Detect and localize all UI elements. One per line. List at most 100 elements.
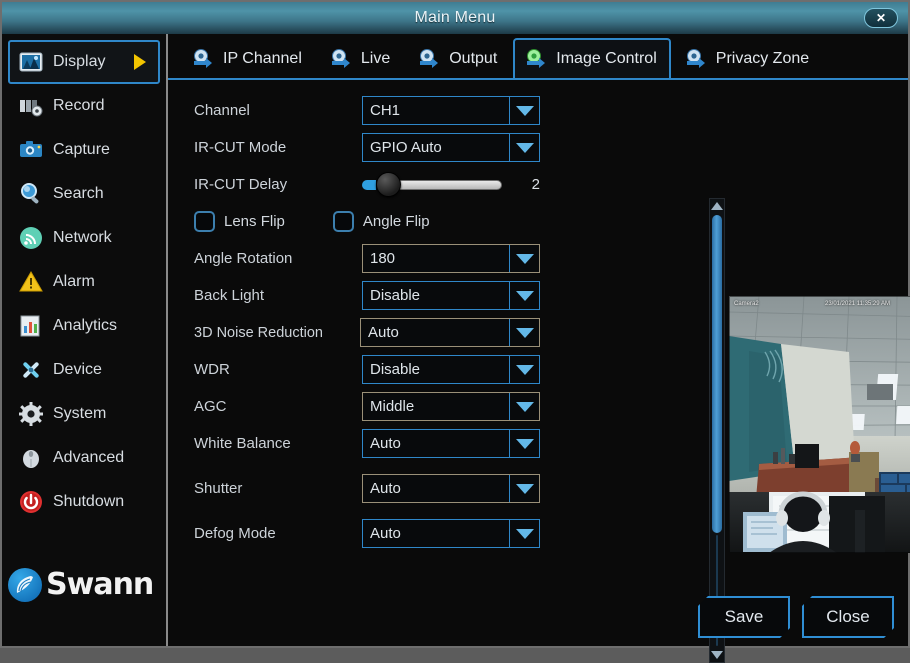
camera-preview[interactable]: Camera2 23/01/2021 11:35:29 AM xyxy=(729,296,910,553)
field-channel: Channel CH1 xyxy=(168,92,540,129)
save-button[interactable]: Save xyxy=(698,596,790,638)
field-label: 3D Noise Reduction xyxy=(194,324,323,341)
sidebar-item-alarm[interactable]: Alarm xyxy=(8,260,160,304)
analytics-icon xyxy=(18,313,44,339)
sidebar-item-label: Record xyxy=(53,97,105,114)
form-scrollbar[interactable] xyxy=(709,198,725,663)
sidebar-item-label: Capture xyxy=(53,141,110,158)
sidebar-item-device[interactable]: Device xyxy=(8,348,160,392)
field-label: WDR xyxy=(194,361,230,378)
field-label: Defog Mode xyxy=(194,525,276,542)
tab-output[interactable]: Output xyxy=(406,38,511,78)
ircut-mode-select[interactable]: GPIO Auto xyxy=(362,133,540,162)
chevron-down-icon[interactable] xyxy=(509,97,539,124)
wdr-select[interactable]: Disable xyxy=(362,355,540,384)
checkbox-label: Lens Flip xyxy=(224,213,285,230)
brand-name: Swann xyxy=(46,567,154,602)
scrollbar-thumb[interactable] xyxy=(712,215,722,533)
tab-privacy-zone[interactable]: Privacy Zone xyxy=(673,38,823,78)
slider-knob[interactable] xyxy=(376,172,401,197)
channel-value: CH1 xyxy=(370,102,401,119)
field-label: Angle Rotation xyxy=(194,250,293,267)
chevron-right-icon xyxy=(134,54,146,70)
sidebar-item-search[interactable]: Search xyxy=(8,172,160,216)
field-label: IR-CUT Mode xyxy=(194,139,287,156)
tab-bar: IP Channel Live Output Image Control Pri… xyxy=(168,34,908,80)
timestamp-overlay: 23/01/2021 11:35:29 AM xyxy=(825,301,890,307)
chevron-down-icon[interactable] xyxy=(509,319,539,346)
defog-mode-value: Auto xyxy=(370,525,401,542)
field-ircut-mode: IR-CUT Mode GPIO Auto xyxy=(168,129,540,166)
field-agc: AGC Middle xyxy=(168,388,540,425)
chevron-down-icon[interactable] xyxy=(509,430,539,457)
sidebar-item-record[interactable]: Record xyxy=(8,84,160,128)
chevron-down-icon[interactable] xyxy=(509,393,539,420)
sidebar-item-analytics[interactable]: Analytics xyxy=(8,304,160,348)
field-label: IR-CUT Delay xyxy=(194,176,288,193)
close-icon[interactable]: ✕ xyxy=(864,8,898,28)
chevron-down-icon[interactable] xyxy=(509,356,539,383)
back-light-value: Disable xyxy=(370,287,421,304)
noise-reduction-select[interactable]: Auto xyxy=(360,318,540,347)
sidebar-item-capture[interactable]: Capture xyxy=(8,128,160,172)
camera-name-overlay: Camera2 xyxy=(734,301,759,307)
white-balance-select[interactable]: Auto xyxy=(362,429,540,458)
tab-label: Privacy Zone xyxy=(715,50,810,67)
field-back-light: Back Light Disable xyxy=(168,277,540,314)
sidebar-item-shutdown[interactable]: Shutdown xyxy=(8,480,160,524)
chevron-down-icon[interactable] xyxy=(509,520,539,547)
advanced-icon xyxy=(18,445,44,471)
close-button[interactable]: Close xyxy=(802,596,894,638)
chevron-down-icon[interactable] xyxy=(509,282,539,309)
brand-logo: Swann xyxy=(8,567,154,602)
sidebar-item-system[interactable]: System xyxy=(8,392,160,436)
gear-arrow-icon xyxy=(683,46,709,72)
angle-rotation-value: 180 xyxy=(370,250,396,267)
sidebar-item-label: Advanced xyxy=(53,449,125,466)
gear-arrow-icon xyxy=(328,46,354,72)
sidebar-item-advanced[interactable]: Advanced xyxy=(8,436,160,480)
tab-image-control[interactable]: Image Control xyxy=(513,38,671,78)
angle-rotation-select[interactable]: 180 xyxy=(362,244,540,273)
lens-flip-checkbox[interactable]: Lens Flip xyxy=(194,211,285,232)
angle-flip-checkbox[interactable]: Angle Flip xyxy=(332,211,430,232)
gear-icon xyxy=(18,401,44,427)
field-label: AGC xyxy=(194,398,227,415)
search-icon xyxy=(18,181,44,207)
alarm-icon xyxy=(18,269,44,295)
channel-select[interactable]: CH1 xyxy=(362,96,540,125)
tab-ip-channel[interactable]: IP Channel xyxy=(180,38,316,78)
back-light-select[interactable]: Disable xyxy=(362,281,540,310)
field-white-balance: White Balance Auto xyxy=(168,425,540,462)
sidebar: Display Record Capture Search Network Al… xyxy=(2,34,168,646)
image-control-form: Channel CH1 IR-CUT Mode GPIO Auto IR-CUT… xyxy=(168,80,540,588)
sidebar-item-network[interactable]: Network xyxy=(8,216,160,260)
checkbox-label: Angle Flip xyxy=(362,213,430,230)
swann-badge-icon xyxy=(8,567,42,602)
chevron-down-icon[interactable] xyxy=(509,475,539,502)
sidebar-item-display[interactable]: Display xyxy=(8,40,160,84)
title-bar: Main Menu ✕ xyxy=(2,2,908,34)
scroll-down-icon[interactable] xyxy=(710,648,724,662)
main-menu-window: Main Menu ✕ Display Record Capture Searc… xyxy=(0,0,910,663)
ircut-delay-slider[interactable] xyxy=(362,172,516,197)
window-title: Main Menu xyxy=(414,9,496,26)
tab-live[interactable]: Live xyxy=(318,38,404,78)
network-icon xyxy=(18,225,44,251)
chevron-down-icon[interactable] xyxy=(509,245,539,272)
chevron-down-icon[interactable] xyxy=(509,134,539,161)
agc-select[interactable]: Middle xyxy=(362,392,540,421)
footer-bar: Save Close xyxy=(168,588,908,646)
scroll-up-icon[interactable] xyxy=(710,199,724,213)
defog-mode-select[interactable]: Auto xyxy=(362,519,540,548)
field-angle-rotation: Angle Rotation 180 xyxy=(168,240,540,277)
field-label: Shutter xyxy=(194,480,243,497)
shutter-select[interactable]: Auto xyxy=(362,474,540,503)
content-area: IP Channel Live Output Image Control Pri… xyxy=(168,34,910,663)
shutter-value: Auto xyxy=(370,480,401,497)
camera-feed-image xyxy=(729,296,910,553)
field-wdr: WDR Disable xyxy=(168,351,540,388)
field-noise-reduction: 3D Noise Reduction Auto xyxy=(168,314,540,351)
noise-reduction-value: Auto xyxy=(368,324,399,341)
field-defog-mode: Defog Mode Auto xyxy=(168,515,540,552)
